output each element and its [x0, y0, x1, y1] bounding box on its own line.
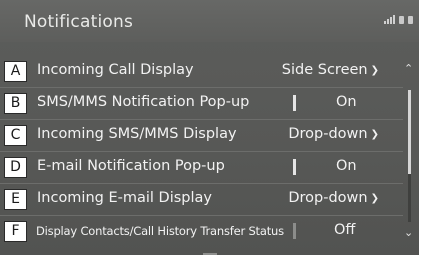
toggle-indicator-on: [293, 159, 296, 175]
setting-label: Incoming Call Display: [37, 62, 194, 78]
dropdown-value: Side Screen: [281, 62, 368, 78]
header-bar: Notifications: [0, 0, 419, 42]
toggle-indicator-off: [293, 223, 296, 239]
setting-row-transfer-status[interactable]: Display Contacts/Call History Transfer S…: [0, 216, 403, 247]
chevron-down-icon: ❯: [370, 193, 379, 204]
signal-strength-icon: [384, 15, 395, 24]
notifications-screen: Notifications Incoming Call Display Side…: [0, 0, 419, 255]
setting-row-incoming-sms-mms-display[interactable]: Incoming SMS/MMS Display Drop-down ❯: [0, 120, 403, 152]
callout-label-e: E: [4, 189, 27, 210]
callout-label-f: F: [4, 221, 27, 242]
toggle-indicator-on: [293, 95, 296, 111]
callout-label-c: C: [4, 125, 27, 146]
chevron-down-icon: ❯: [370, 129, 379, 140]
setting-label: Incoming E-mail Display: [37, 190, 212, 206]
setting-label: Incoming SMS/MMS Display: [37, 126, 237, 142]
dropdown-value: Drop-down: [288, 190, 368, 206]
bluetooth-icon: [408, 16, 413, 24]
callout-label-a: A: [4, 61, 27, 82]
scrollbar-thumb[interactable]: [408, 90, 411, 174]
setting-label: SMS/MMS Notification Pop-up: [37, 94, 250, 110]
setting-dropdown[interactable]: Drop-down ❯: [288, 126, 379, 142]
setting-row-sms-mms-notification-popup[interactable]: SMS/MMS Notification Pop-up On: [0, 88, 403, 120]
toggle-value[interactable]: Off: [334, 222, 355, 238]
callout-label-b: B: [4, 93, 27, 114]
scroll-down-icon[interactable]: ⌄: [404, 226, 413, 239]
toggle-value[interactable]: On: [336, 94, 357, 110]
setting-label: E-mail Notification Pop-up: [37, 158, 225, 174]
setting-dropdown[interactable]: Side Screen ❯: [282, 62, 379, 78]
battery-icon: [399, 16, 404, 24]
setting-row-email-notification-popup[interactable]: E-mail Notification Pop-up On: [0, 152, 403, 184]
status-icons: [384, 15, 413, 24]
setting-dropdown[interactable]: Drop-down ❯: [288, 190, 379, 206]
dropdown-value: Drop-down: [288, 126, 368, 142]
setting-row-incoming-email-display[interactable]: Incoming E-mail Display Drop-down ❯: [0, 184, 403, 216]
setting-label: Display Contacts/Call History Transfer S…: [36, 224, 284, 238]
scroll-up-icon[interactable]: ⌃: [404, 62, 413, 75]
callout-label-d: D: [4, 157, 27, 178]
setting-row-incoming-call-display[interactable]: Incoming Call Display Side Screen ❯: [0, 56, 403, 88]
footer-indicator: [203, 253, 217, 255]
chevron-down-icon: ❯: [370, 65, 379, 76]
page-title: Notifications: [24, 12, 133, 32]
toggle-value[interactable]: On: [336, 158, 357, 174]
